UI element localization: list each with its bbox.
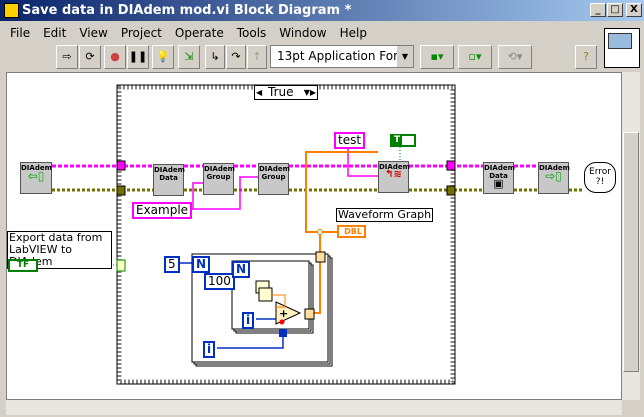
loop-tunnel [315,251,326,263]
inner-count-terminal: N [232,261,251,278]
tf-control-terminal[interactable]: TF [8,259,38,272]
tunnel [446,160,456,171]
shift-tunnel [279,329,287,337]
close-door-icon: ⇨▯ [545,169,562,183]
n-inner-constant[interactable]: 100 [204,273,235,290]
error-handler-node[interactable]: Error ?! [584,162,616,193]
example-string-constant[interactable]: Example [132,202,193,219]
waveform-graph-label: Waveform Graph [336,208,434,222]
wires: + [38,84,584,385]
diadem-save-node[interactable]: DIAdem Data ▣ [483,162,515,194]
n-outer-constant[interactable]: 5 [164,256,180,273]
tunnel [446,185,456,196]
outer-iteration-terminal: i [203,341,216,358]
tunnel [116,160,126,171]
coercion-dot [279,319,285,325]
diadem-group-create-node[interactable]: DIAdem Group [203,163,235,195]
diadem-close-node[interactable]: DIAdem ⇨▯ [538,162,570,194]
test-string-constant[interactable]: test [334,132,366,149]
true-bool-constant[interactable]: T [390,134,416,147]
diadem-graph-node[interactable]: DIAdem ↰≋ [378,161,410,193]
loop-tunnel [304,308,315,320]
diadem-data-node[interactable]: DIAdem Data [153,164,185,196]
decrement-arrow-icon[interactable]: ◀ [256,86,262,99]
increment-arrow-icon[interactable]: ▼▶ [304,86,316,99]
diadem-open-node[interactable]: DIAdem ⇦▯ [20,162,52,194]
inner-iteration-terminal: i [242,312,255,329]
case-selector-terminal [116,259,126,272]
outer-count-terminal: N [192,256,211,273]
svg-text:+: + [279,307,288,320]
tunnel [116,185,126,196]
floppy-icon: ▣ [493,177,504,190]
case-selector[interactable]: True ◀ ▼▶ [254,85,318,100]
waveform-graph-terminal[interactable]: DBL [337,225,366,238]
case-selector-value: True [268,85,294,99]
open-door-icon: ⇦▯ [27,169,45,183]
diadem-group-get-node[interactable]: DIAdem Group [258,163,290,195]
